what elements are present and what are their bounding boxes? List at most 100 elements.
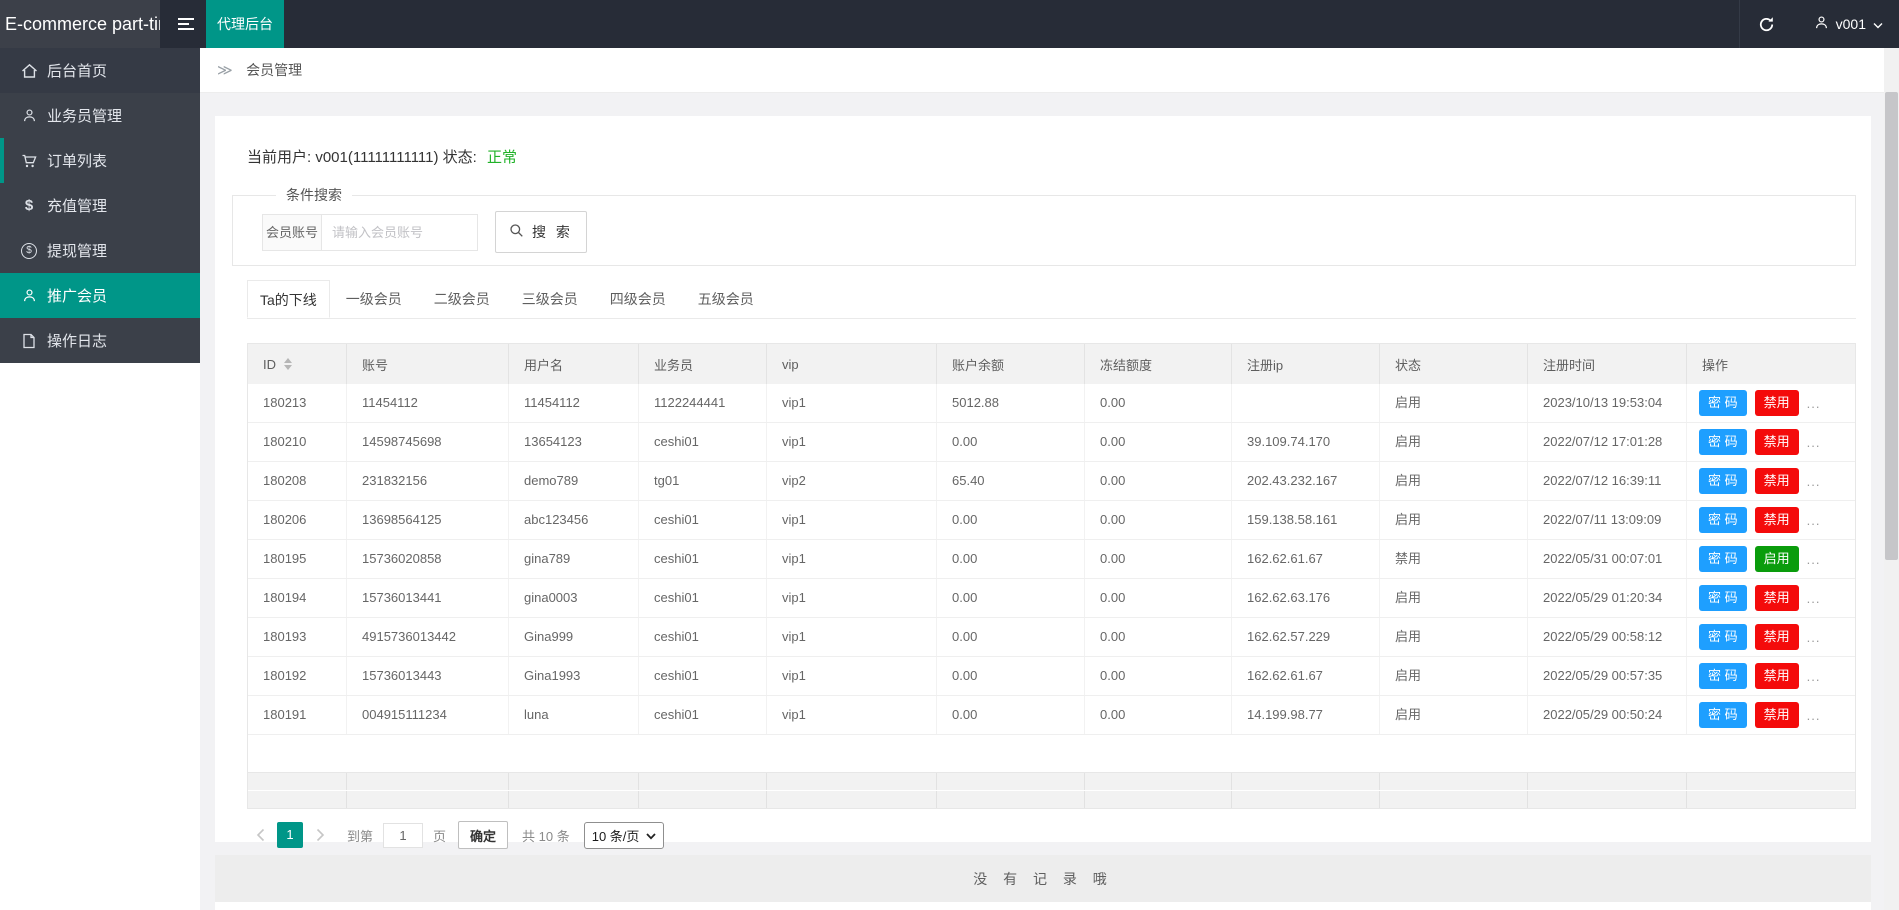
current-page-button[interactable]: 1 bbox=[277, 822, 303, 848]
more-actions-button[interactable]: ... bbox=[1807, 552, 1821, 567]
table-header: ID 账号 用户名 业务员 vip 账户余额 冻结额度 注册ip 状态 注册时间… bbox=[248, 344, 1855, 384]
sidebar-item-salesman[interactable]: 业务员管理 bbox=[0, 93, 200, 138]
cell-salesman: ceshi01 bbox=[639, 501, 767, 539]
sidebar-item-label: 操作日志 bbox=[47, 333, 108, 350]
more-actions-button[interactable]: ... bbox=[1807, 513, 1821, 528]
sidebar-item-recharge[interactable]: $ 充值管理 bbox=[0, 183, 200, 228]
sidebar-item-logs[interactable]: 操作日志 bbox=[0, 318, 200, 363]
cell-balance: 0.00 bbox=[937, 423, 1085, 461]
password-button[interactable]: 密 码 bbox=[1699, 429, 1747, 455]
toggle-status-button[interactable]: 禁用 bbox=[1754, 624, 1799, 650]
sidebar-item-label: 业务员管理 bbox=[47, 108, 123, 125]
confirm-page-button[interactable]: 确定 bbox=[458, 821, 509, 849]
cell-account: 14598745698 bbox=[347, 423, 509, 461]
cell-username: 11454112 bbox=[509, 384, 639, 422]
per-page-select[interactable]: 10 条/页 bbox=[583, 821, 665, 849]
cell-balance: 5012.88 bbox=[937, 384, 1085, 422]
search-input[interactable] bbox=[322, 213, 479, 251]
cell-id: 180206 bbox=[248, 501, 347, 539]
cell-frozen: 0.00 bbox=[1085, 501, 1232, 539]
toggle-status-button[interactable]: 禁用 bbox=[1754, 390, 1799, 416]
strip-row bbox=[248, 773, 1855, 790]
cell-username: gina0003 bbox=[509, 579, 639, 617]
hamburger-icon[interactable] bbox=[178, 15, 194, 33]
table-row: 180193 4915736013442 Gina999 ceshi01 vip… bbox=[248, 618, 1855, 657]
cell-actions: 密 码 禁用 ... bbox=[1687, 657, 1855, 695]
toggle-status-button[interactable]: 禁用 bbox=[1754, 702, 1799, 728]
col-id[interactable]: ID bbox=[248, 344, 347, 384]
sidebar-item-orders[interactable]: 订单列表 bbox=[0, 138, 200, 183]
toggle-status-button[interactable]: 禁用 bbox=[1754, 429, 1799, 455]
password-button[interactable]: 密 码 bbox=[1699, 507, 1747, 533]
cell-vip: vip1 bbox=[767, 696, 937, 734]
cell-register-time: 2022/05/29 00:57:35 bbox=[1528, 657, 1687, 695]
more-actions-button[interactable]: ... bbox=[1807, 591, 1821, 606]
password-button[interactable]: 密 码 bbox=[1699, 468, 1747, 494]
cell-account: 004915111234 bbox=[347, 696, 509, 734]
tab-5[interactable]: 五级会员 bbox=[682, 280, 770, 318]
more-actions-button[interactable]: ... bbox=[1807, 669, 1821, 684]
col-register-time: 注册时间 bbox=[1528, 344, 1687, 384]
cell-username: Gina1993 bbox=[509, 657, 639, 695]
search-button[interactable]: 搜 索 bbox=[495, 211, 587, 253]
strip-cell bbox=[347, 791, 509, 808]
more-actions-button[interactable]: ... bbox=[1807, 630, 1821, 645]
toggle-status-button[interactable]: 启用 bbox=[1754, 546, 1799, 572]
cell-salesman: ceshi01 bbox=[639, 423, 767, 461]
cell-account: 15736013441 bbox=[347, 579, 509, 617]
tab-3[interactable]: 三级会员 bbox=[506, 280, 594, 318]
cell-id: 180208 bbox=[248, 462, 347, 500]
refresh-icon[interactable] bbox=[1740, 0, 1794, 48]
col-account: 账号 bbox=[347, 344, 509, 384]
tab-1[interactable]: 一级会员 bbox=[330, 280, 418, 318]
tab-2[interactable]: 二级会员 bbox=[418, 280, 506, 318]
cell-register-ip: 162.62.61.67 bbox=[1232, 540, 1380, 578]
next-page-button[interactable] bbox=[307, 822, 333, 848]
password-button[interactable]: 密 码 bbox=[1699, 546, 1747, 572]
more-actions-button[interactable]: ... bbox=[1807, 474, 1821, 489]
strip-cell bbox=[347, 773, 509, 790]
prev-page-button[interactable] bbox=[247, 822, 273, 848]
col-username: 用户名 bbox=[509, 344, 639, 384]
password-button[interactable]: 密 码 bbox=[1699, 585, 1747, 611]
strip-cell bbox=[1687, 791, 1855, 808]
strip-cell bbox=[1380, 773, 1528, 790]
sidebar-item-home[interactable]: 后台首页 bbox=[0, 48, 200, 93]
cell-vip: vip1 bbox=[767, 384, 937, 422]
cell-register-time: 2023/10/13 19:53:04 bbox=[1528, 384, 1687, 422]
toggle-status-button[interactable]: 禁用 bbox=[1754, 585, 1799, 611]
cell-id: 180191 bbox=[248, 696, 347, 734]
more-actions-button[interactable]: ... bbox=[1807, 708, 1821, 723]
more-actions-button[interactable]: ... bbox=[1807, 396, 1821, 411]
cell-vip: vip1 bbox=[767, 423, 937, 461]
tab-4[interactable]: 四级会员 bbox=[594, 280, 682, 318]
toggle-status-button[interactable]: 禁用 bbox=[1754, 468, 1799, 494]
cell-vip: vip1 bbox=[767, 657, 937, 695]
password-button[interactable]: 密 码 bbox=[1699, 663, 1747, 689]
password-button[interactable]: 密 码 bbox=[1699, 624, 1747, 650]
cell-salesman: 1122244441 bbox=[639, 384, 767, 422]
cell-status: 启用 bbox=[1380, 423, 1528, 461]
page-scrollbar[interactable] bbox=[1884, 48, 1899, 910]
toggle-status-button[interactable]: 禁用 bbox=[1754, 507, 1799, 533]
header-nav-tab[interactable]: 代理后台 bbox=[206, 0, 284, 48]
sidebar-item-members[interactable]: 推广会员 bbox=[0, 273, 200, 318]
sidebar-item-withdraw[interactable]: $ 提现管理 bbox=[0, 228, 200, 273]
password-button[interactable]: 密 码 bbox=[1699, 390, 1747, 416]
sort-icon[interactable] bbox=[284, 358, 292, 370]
tab-0[interactable]: Ta的下线 bbox=[247, 280, 330, 318]
strip-cell bbox=[1380, 791, 1528, 808]
password-button[interactable]: 密 码 bbox=[1699, 702, 1747, 728]
goto-page-input[interactable] bbox=[383, 822, 424, 848]
goto-suffix: 页 bbox=[433, 828, 447, 844]
user-menu[interactable]: v001 bbox=[1794, 15, 1899, 33]
cell-account: 11454112 bbox=[347, 384, 509, 422]
scrollbar-thumb[interactable] bbox=[1885, 92, 1898, 560]
current-user-line: 当前用户: v001(11111111111) 状态: 正常 bbox=[247, 116, 1856, 167]
breadcrumb-title: 会员管理 bbox=[246, 62, 303, 78]
cell-register-ip: 202.43.232.167 bbox=[1232, 462, 1380, 500]
cell-username: gina789 bbox=[509, 540, 639, 578]
toggle-status-button[interactable]: 禁用 bbox=[1754, 663, 1799, 689]
cell-status: 启用 bbox=[1380, 579, 1528, 617]
more-actions-button[interactable]: ... bbox=[1807, 435, 1821, 450]
